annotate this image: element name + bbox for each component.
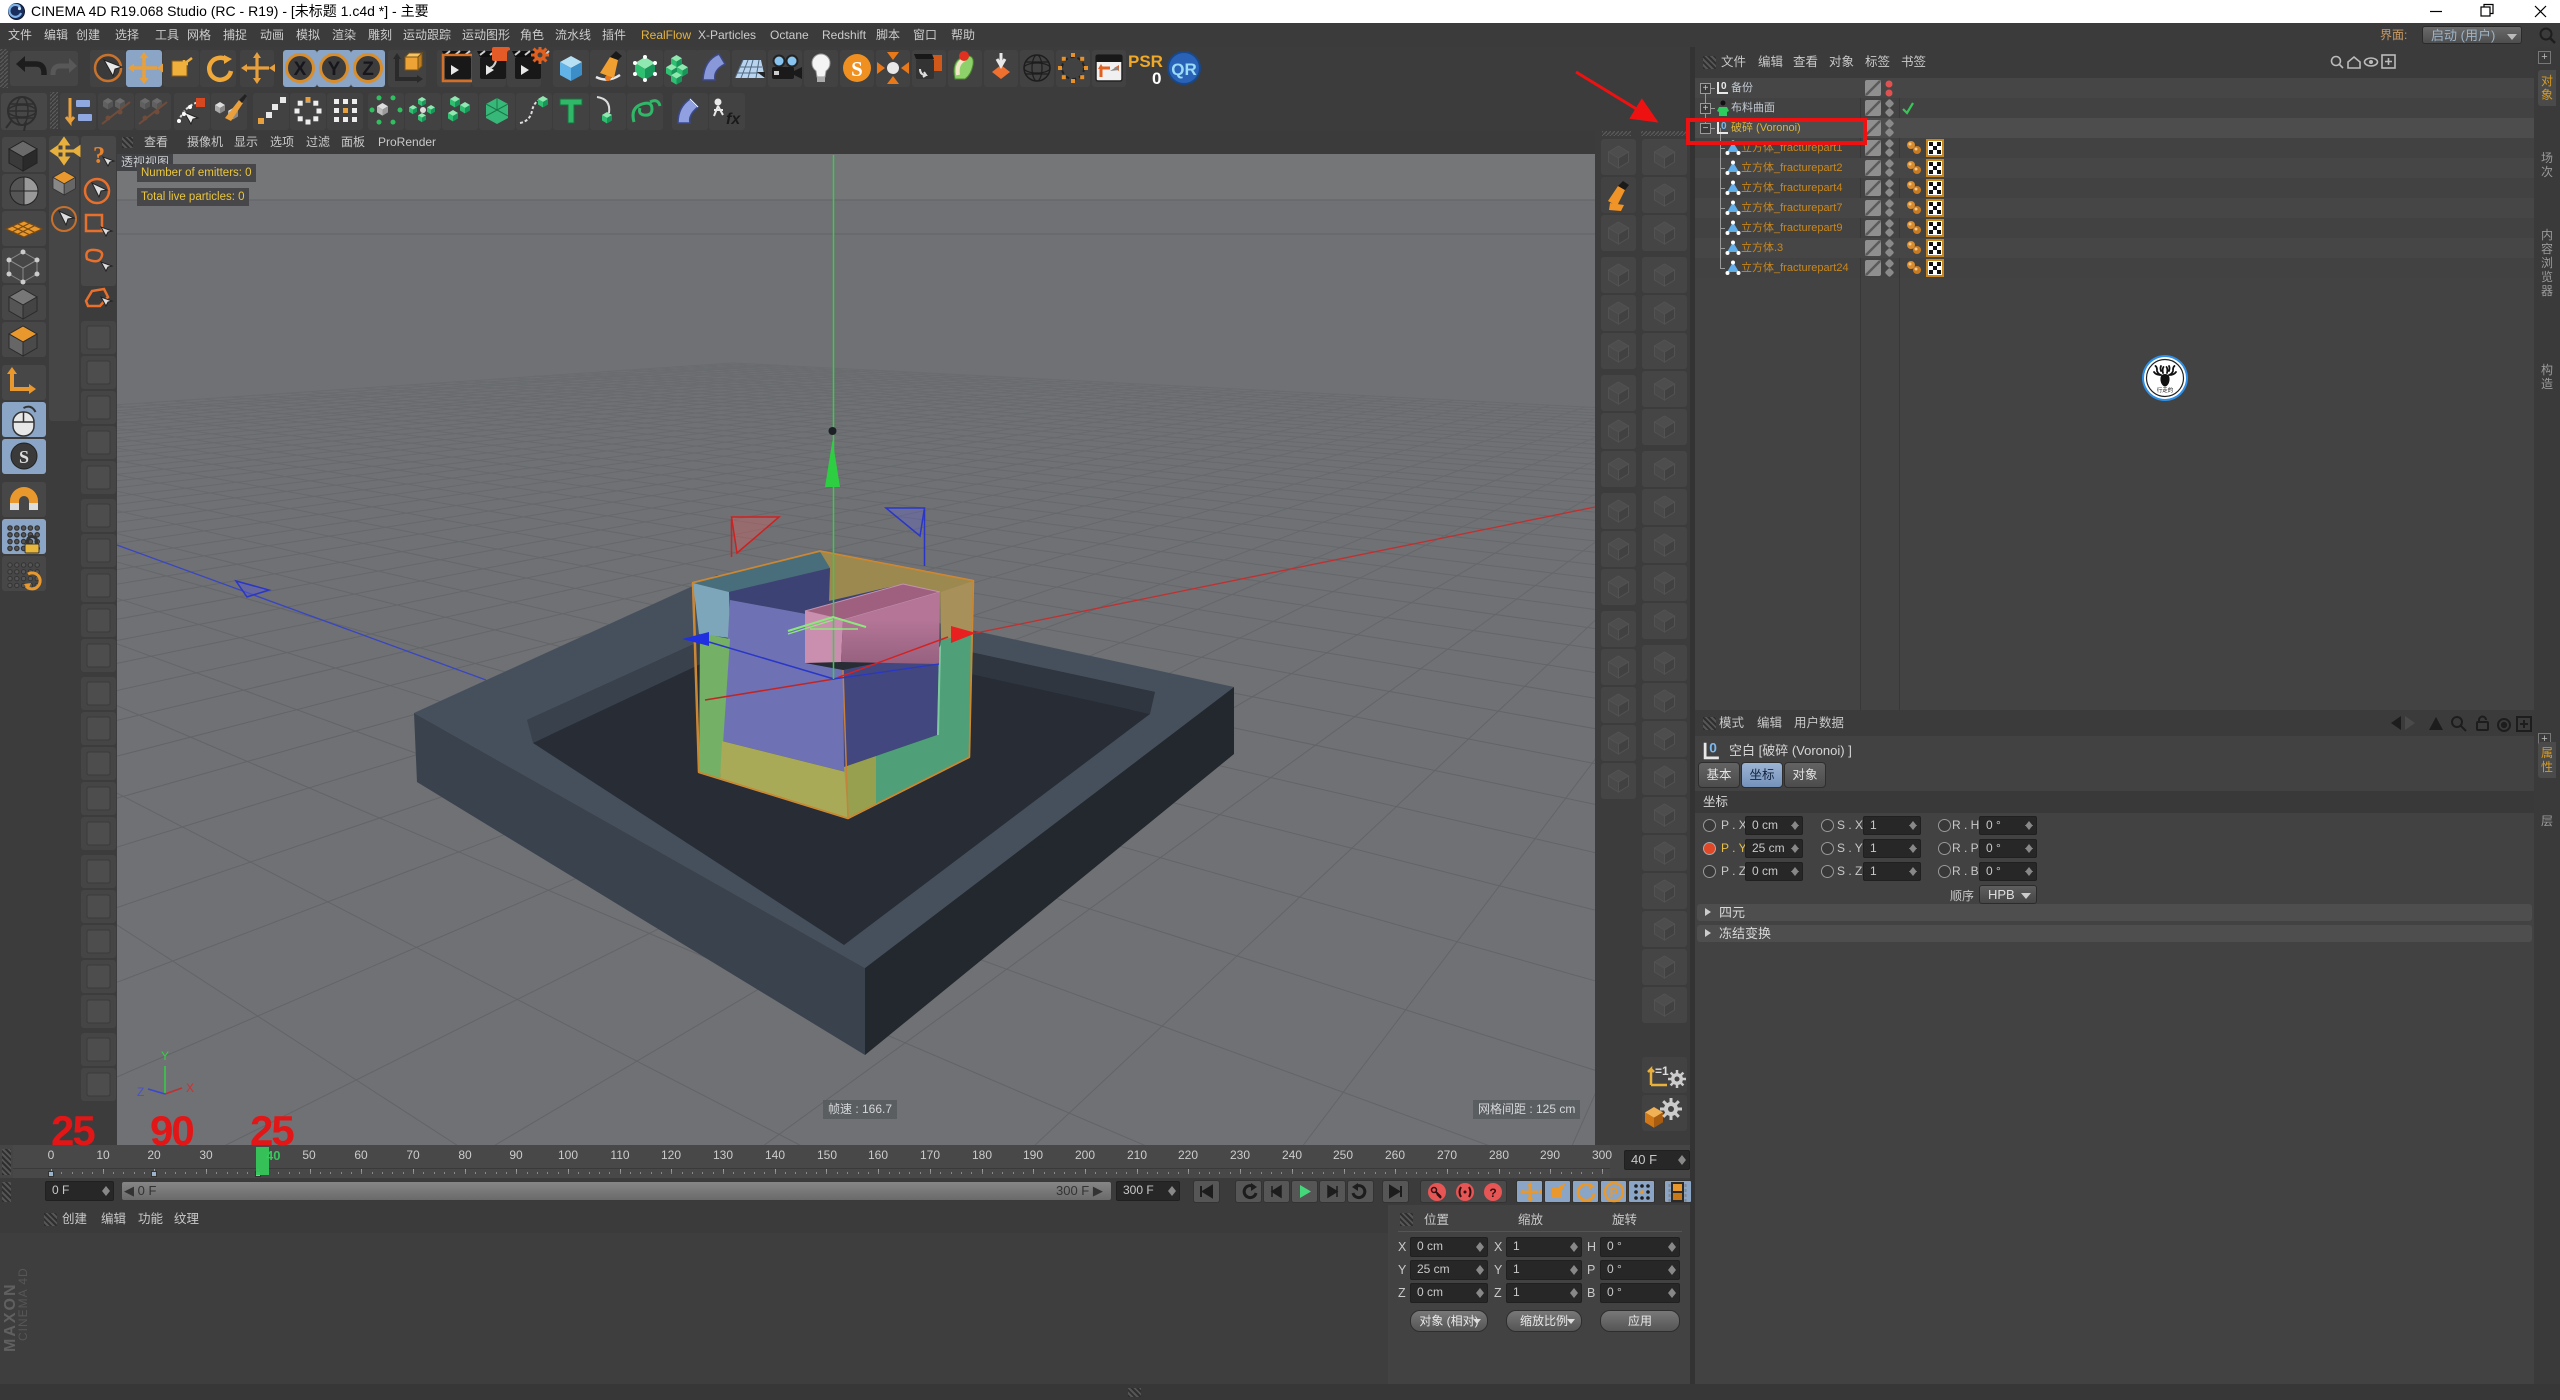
svg-text:=1: =1 xyxy=(1655,1064,1669,1078)
svg-text:P: P xyxy=(1610,1185,1619,1200)
svg-text:?: ? xyxy=(1489,1186,1496,1200)
svg-text:X: X xyxy=(186,1081,194,1095)
svg-text:行走的: 行走的 xyxy=(2157,386,2174,394)
svg-text:Y: Y xyxy=(328,59,341,80)
svg-text:0: 0 xyxy=(1709,740,1717,755)
svg-text:S: S xyxy=(851,57,863,81)
svg-text:fx: fx xyxy=(726,111,741,128)
svg-text:0: 0 xyxy=(1152,69,1161,88)
svg-text:S: S xyxy=(19,447,29,467)
svg-text:X: X xyxy=(294,59,307,80)
svg-text:0: 0 xyxy=(1721,81,1727,92)
svg-text:?: ? xyxy=(93,143,105,169)
svg-text:Y: Y xyxy=(161,1049,169,1063)
svg-text:QR: QR xyxy=(1171,60,1197,79)
svg-text:Z: Z xyxy=(362,59,374,80)
svg-text:Z: Z xyxy=(137,1085,144,1099)
